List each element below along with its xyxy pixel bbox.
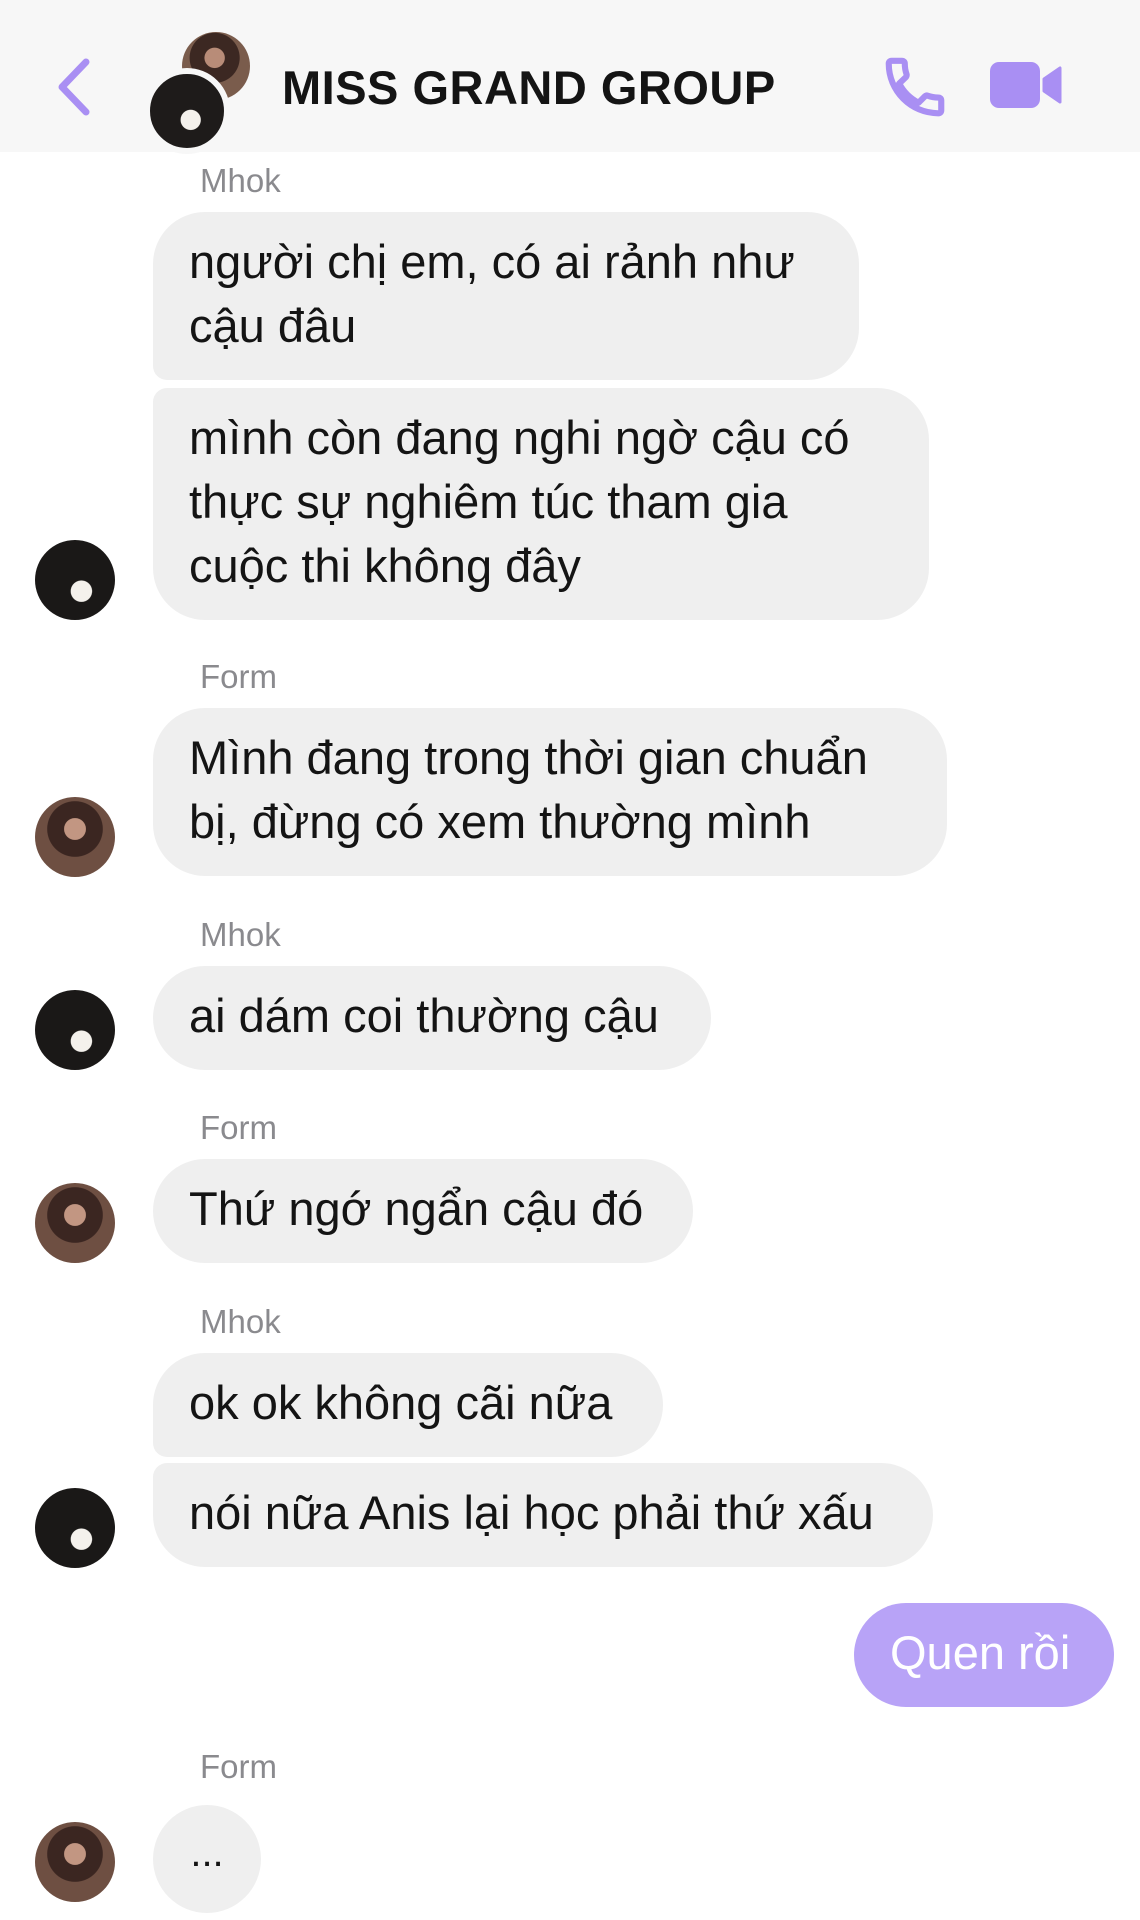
group-avatar[interactable] [140,28,260,154]
video-call-button[interactable] [988,60,1064,112]
typing-indicator-bubble: ... [153,1805,261,1913]
sender-name: Mhok [200,1303,281,1340]
message-line: ai dám coi thường cậu [189,989,659,1042]
sender-name: Form [200,1748,277,1785]
message-bubble[interactable]: Thứ ngớ ngẩn cậu đó [153,1159,693,1263]
message-line: thực sự nghiêm túc tham gia [189,475,788,528]
message-line: người chị em, có ai rảnh như [189,235,795,288]
message-line: nói nữa Anis lại học phải thứ xấu [189,1486,874,1539]
back-button[interactable] [50,52,100,122]
message-line: cuộc thi không đây [189,539,581,592]
typing-dots: ... [190,1831,224,1875]
message-bubble[interactable]: nói nữa Anis lại học phải thứ xấu [153,1463,933,1567]
message-bubble[interactable]: người chị em, có ai rảnh như cậu đâu [153,212,859,380]
chat-header: MISS GRAND GROUP [0,0,1140,154]
sender-name: Mhok [200,916,281,953]
member-avatar-mhok [144,68,230,154]
avatar-mhok[interactable] [35,540,115,620]
sender-name: Mhok [200,162,281,199]
call-button[interactable] [880,52,950,122]
avatar-form[interactable] [35,797,115,877]
phone-icon [885,57,945,117]
message-bubble[interactable]: Mình đang trong thời gian chuẩn bị, đừng… [153,708,947,876]
message-line: bị, đừng có xem thường mình [189,795,811,848]
avatar-mhok[interactable] [35,1488,115,1568]
message-line: cậu đâu [189,299,357,352]
message-line: mình còn đang nghi ngờ cậu có [189,411,850,464]
avatar-form[interactable] [35,1822,115,1902]
sender-name: Form [200,1109,277,1146]
chevron-left-icon [58,58,90,116]
message-line: Mình đang trong thời gian chuẩn [189,731,868,784]
message-bubble[interactable]: ok ok không cãi nữa [153,1353,663,1457]
video-camera-icon [990,62,1062,108]
message-bubble[interactable]: ai dám coi thường cậu [153,966,711,1070]
message-line: Thứ ngớ ngẩn cậu đó [189,1182,644,1235]
chat-title[interactable]: MISS GRAND GROUP [282,60,776,116]
message-line: Quen rồi [890,1626,1071,1679]
my-message-bubble[interactable]: Quen rồi [854,1603,1114,1707]
message-line: ok ok không cãi nữa [189,1376,613,1429]
message-bubble[interactable]: mình còn đang nghi ngờ cậu có thực sự ng… [153,388,929,620]
avatar-form[interactable] [35,1183,115,1263]
sender-name: Form [200,658,277,695]
avatar-mhok[interactable] [35,990,115,1070]
